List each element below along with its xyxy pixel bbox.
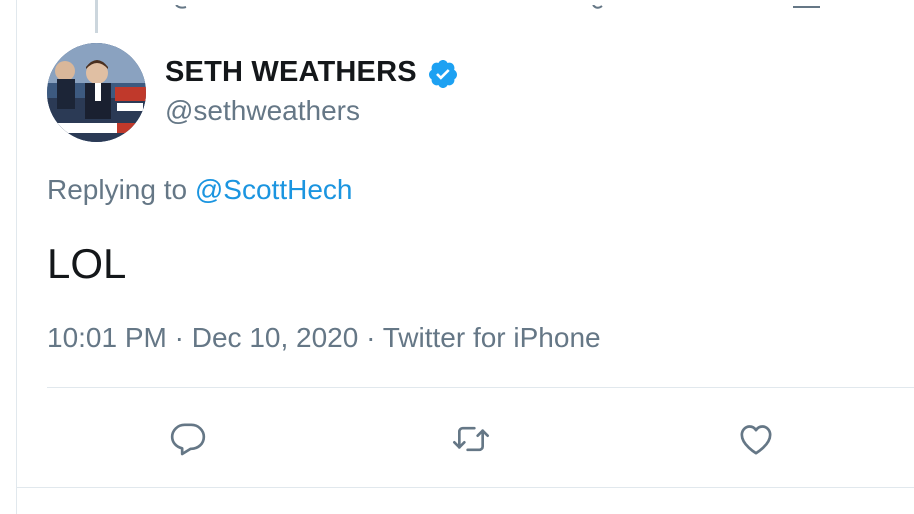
replying-to-label: Replying to bbox=[47, 174, 195, 205]
author-handle[interactable]: @sethweathers bbox=[165, 95, 360, 127]
avatar[interactable] bbox=[47, 43, 146, 142]
tweet-date[interactable]: Dec 10, 2020 bbox=[192, 322, 359, 353]
column-border bbox=[16, 0, 17, 514]
reply-button[interactable] bbox=[168, 419, 208, 459]
tweet-metadata: 10:01 PM · Dec 10, 2020 · Twitter for iP… bbox=[47, 322, 601, 354]
meta-separator: · bbox=[166, 322, 192, 353]
reply-icon bbox=[170, 423, 206, 456]
heart-icon bbox=[740, 425, 772, 455]
replying-to-link[interactable]: @ScottHech bbox=[195, 174, 353, 205]
retweet-icon bbox=[453, 426, 489, 452]
divider bbox=[47, 387, 914, 388]
previous-tweet-actions-stub bbox=[0, 0, 914, 9]
verified-badge-icon bbox=[427, 58, 459, 90]
author-display-name[interactable]: SETH WEATHERS bbox=[165, 56, 417, 89]
meta-separator: · bbox=[358, 322, 383, 353]
tweet-text: LOL bbox=[47, 240, 127, 287]
tweet-source[interactable]: Twitter for iPhone bbox=[383, 322, 601, 353]
like-button[interactable] bbox=[736, 419, 776, 459]
replying-to-line: Replying to @ScottHech bbox=[47, 174, 352, 206]
retweet-button[interactable] bbox=[451, 419, 491, 459]
tweet-time[interactable]: 10:01 PM bbox=[47, 322, 167, 353]
divider bbox=[16, 487, 914, 488]
